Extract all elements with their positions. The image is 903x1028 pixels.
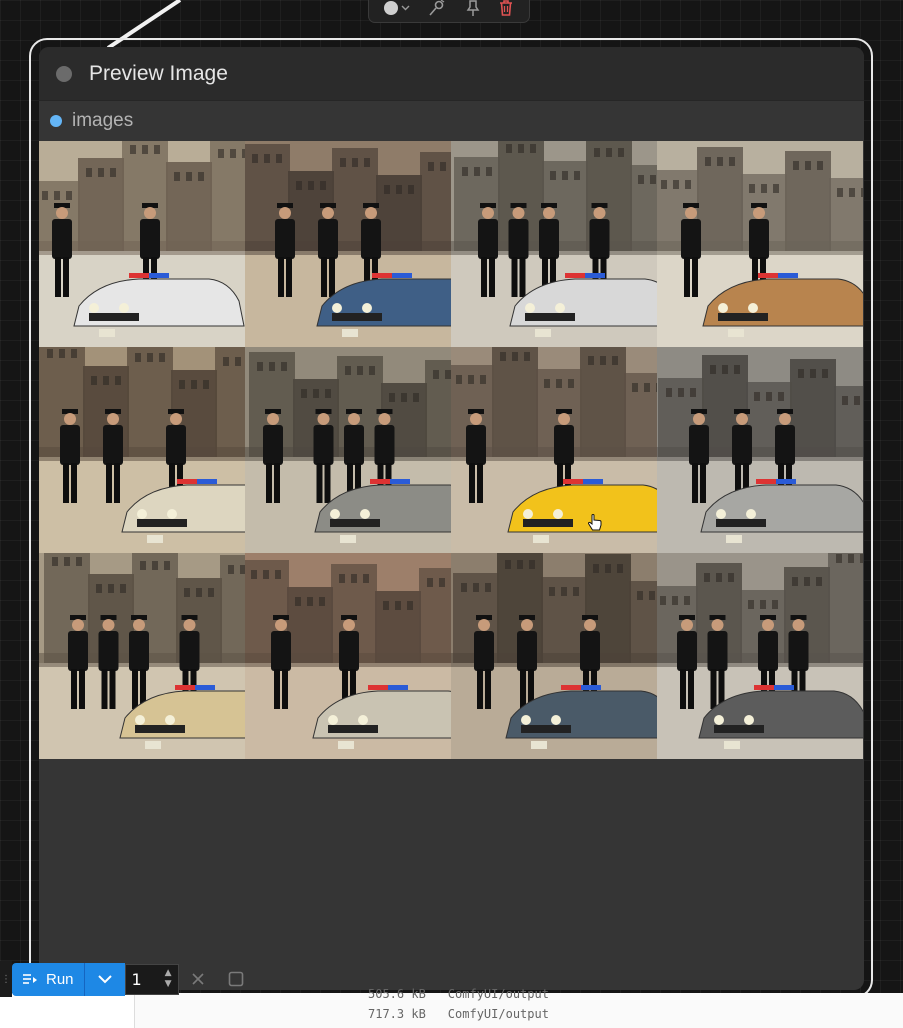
file-row[interactable]: 505.6 kB ComfyUI/output — [368, 987, 549, 1001]
hand-cursor-icon — [587, 514, 602, 531]
pin-icon — [466, 0, 480, 16]
stop-button[interactable] — [217, 961, 255, 997]
run-mode-dropdown[interactable] — [83, 962, 125, 996]
preview-image-thumbnail[interactable] — [39, 141, 245, 347]
slot-connector-icon[interactable] — [50, 115, 62, 127]
preview-image-thumbnail[interactable] — [39, 347, 245, 553]
image-preview-grid — [39, 141, 864, 759]
drag-handle-icon[interactable]: ⋮ — [0, 961, 12, 997]
batch-count-stepper[interactable]: 1 ▲ ▼ — [124, 963, 179, 995]
color-picker-button[interactable] — [383, 0, 410, 19]
node-title: Preview Image — [89, 61, 228, 85]
bypass-button[interactable] — [427, 0, 447, 19]
collapse-toggle-icon[interactable] — [56, 65, 72, 82]
preview-image-thumbnail[interactable] — [245, 141, 451, 347]
file-size: 717.3 kB — [368, 1007, 426, 1021]
color-picker-icon — [383, 0, 398, 15]
preview-image-node[interactable]: Preview Image images — [39, 47, 864, 990]
trash-icon — [500, 0, 513, 16]
queue-run-bar: ⋮ Run 1 ▲ ▼ — [0, 961, 255, 997]
slot-label: images — [72, 110, 134, 131]
preview-image-thumbnail[interactable] — [245, 553, 451, 759]
run-button-label: Run — [46, 970, 74, 988]
preview-image-thumbnail[interactable] — [245, 347, 451, 553]
node-toolbar — [368, 0, 530, 23]
bypass-icon — [429, 0, 445, 16]
footer-sidebar — [0, 993, 135, 1028]
chevron-down-icon — [401, 5, 410, 10]
cancel-button[interactable] — [179, 961, 217, 997]
delete-button[interactable] — [498, 0, 514, 19]
preview-image-thumbnail[interactable] — [451, 141, 657, 347]
input-slot-images[interactable]: images — [39, 101, 864, 141]
chevron-down-icon — [97, 974, 112, 983]
decrement-icon[interactable]: ▼ — [165, 979, 172, 990]
preview-image-thumbnail[interactable] — [39, 553, 245, 759]
queue-list-icon — [23, 974, 37, 984]
preview-image-thumbnail[interactable] — [451, 553, 657, 759]
stop-square-icon — [228, 971, 243, 987]
file-row[interactable]: 717.3 kB ComfyUI/output — [368, 1007, 549, 1021]
file-path: ComfyUI/output — [447, 1007, 549, 1021]
batch-count-value: 1 — [131, 969, 142, 989]
preview-image-thumbnail[interactable] — [657, 553, 863, 759]
stepper-arrows: ▲ ▼ — [165, 968, 172, 990]
run-button[interactable]: Run — [12, 962, 84, 996]
node-header[interactable]: Preview Image — [39, 47, 864, 101]
preview-image-thumbnail[interactable] — [657, 141, 863, 347]
preview-image-thumbnail[interactable] — [451, 347, 657, 553]
file-size: 505.6 kB — [368, 987, 426, 1001]
preview-image-thumbnail[interactable] — [657, 347, 863, 553]
file-list-panel: 505.6 kB ComfyUI/output 717.3 kB ComfyUI… — [0, 987, 903, 1028]
increment-icon[interactable]: ▲ — [165, 968, 172, 979]
pin-button[interactable] — [465, 0, 481, 19]
file-path: ComfyUI/output — [447, 987, 549, 1001]
close-icon — [191, 973, 204, 985]
